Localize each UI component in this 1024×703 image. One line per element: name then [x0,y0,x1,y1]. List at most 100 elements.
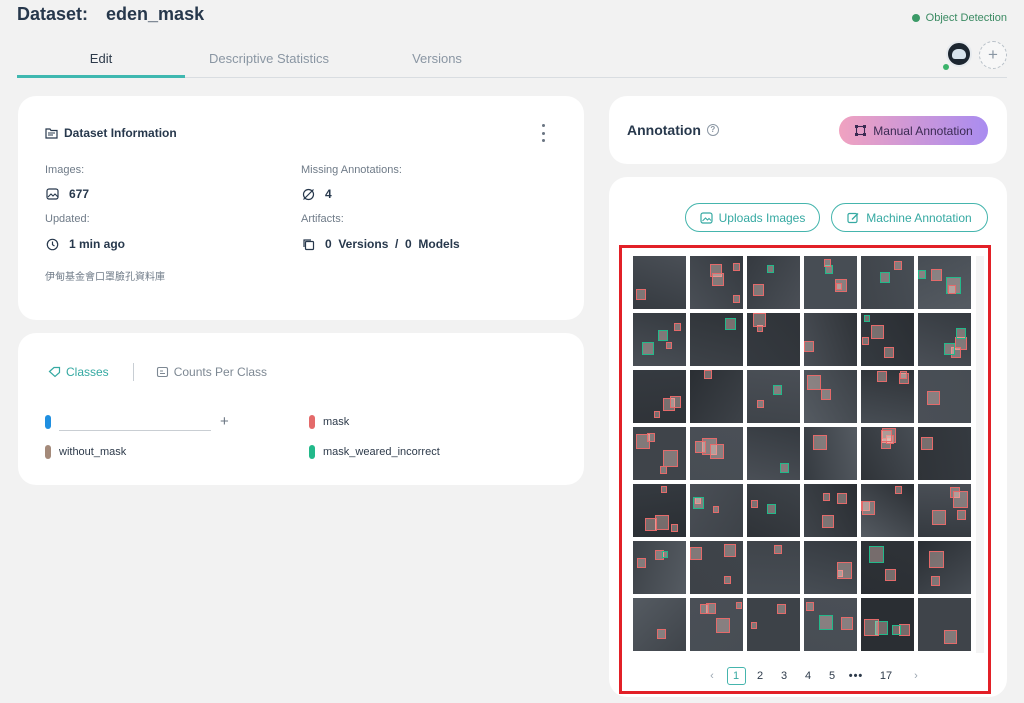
add-class-icon[interactable]: + [220,413,229,430]
image-thumbnail[interactable] [747,541,800,594]
annotation-box [704,370,712,379]
image-icon [45,187,59,201]
annotation-box [658,330,668,341]
image-thumbnail[interactable] [804,598,857,651]
annotation-box [736,602,742,609]
image-thumbnail[interactable] [690,484,743,537]
annotation-box [642,342,654,355]
image-thumbnail[interactable] [861,370,914,423]
more-pages-icon[interactable]: ••• [844,670,868,682]
image-thumbnail[interactable] [918,370,971,423]
bounding-box-icon [855,125,867,136]
chart-icon [156,366,168,378]
images-value-row: 677 [45,187,89,201]
machine-annotation-button[interactable]: Machine Annotation [831,203,988,232]
add-member-button[interactable]: + [979,41,1007,69]
image-thumbnail[interactable] [690,256,743,309]
annotation-box [637,558,646,568]
dataset-info-card: Dataset Information Images: 677 Missing … [18,96,584,320]
image-thumbnail[interactable] [690,370,743,423]
page-button[interactable]: 4 [796,670,820,682]
new-class-color-swatch[interactable] [45,415,51,429]
class-name[interactable]: mask [323,416,349,428]
annotation-box [877,371,887,382]
image-thumbnail[interactable] [633,256,686,309]
avatar[interactable] [946,41,972,67]
image-thumbnail[interactable] [861,256,914,309]
class-name[interactable]: without_mask [59,446,126,458]
image-thumbnail[interactable] [804,484,857,537]
page-button[interactable]: 2 [748,670,772,682]
annotation-box [804,341,814,352]
tab-counts-per-class[interactable]: Counts Per Class [156,365,267,379]
image-thumbnail[interactable] [747,370,800,423]
image-thumbnail[interactable] [747,484,800,537]
new-class-input[interactable] [59,415,211,431]
class-color-swatch[interactable] [309,415,315,429]
class-color-swatch[interactable] [45,445,51,459]
annotation-box [751,622,757,629]
image-thumbnail[interactable] [633,427,686,480]
image-thumbnail[interactable] [633,313,686,366]
image-thumbnail[interactable] [747,313,800,366]
page-button-last[interactable]: 17 [874,670,898,682]
image-thumbnail[interactable] [747,256,800,309]
manual-annotation-button[interactable]: Manual Annotation [839,116,988,145]
help-icon[interactable]: ? [706,124,719,136]
image-thumbnail[interactable] [861,484,914,537]
upload-images-button[interactable]: Uploads Images [685,203,820,232]
image-thumbnail[interactable] [804,427,857,480]
updated-value-row: 1 min ago [45,237,125,251]
edit-icon [847,212,859,223]
image-thumbnail[interactable] [747,427,800,480]
annotation-box [661,486,667,493]
image-thumbnail[interactable] [690,541,743,594]
scrollbar[interactable] [976,256,984,653]
more-options-icon[interactable] [538,124,548,142]
page-button-current[interactable]: 1 [726,667,746,685]
image-thumbnail[interactable] [861,541,914,594]
image-thumbnail[interactable] [633,541,686,594]
page-button[interactable]: 3 [772,670,796,682]
image-thumbnail[interactable] [633,598,686,651]
image-thumbnail[interactable] [861,313,914,366]
image-thumbnail[interactable] [633,370,686,423]
image-thumbnail[interactable] [918,484,971,537]
image-thumbnail[interactable] [861,427,914,480]
image-thumbnail[interactable] [690,313,743,366]
annotation-box [862,337,869,345]
image-thumbnail[interactable] [633,484,686,537]
image-gallery-card: Uploads Images Machine Annotation ‹ 1 2 … [609,177,1007,697]
tab-versions[interactable]: Versions [353,40,521,77]
annotation-box [713,506,719,513]
annotation-box [921,437,933,450]
image-thumbnail[interactable] [804,541,857,594]
next-page-icon[interactable]: › [904,670,928,682]
tab-edit[interactable]: Edit [17,40,185,78]
image-thumbnail[interactable] [918,598,971,651]
annotation-box [871,325,884,339]
image-thumbnail[interactable] [918,313,971,366]
image-thumbnail[interactable] [918,427,971,480]
image-thumbnail[interactable] [918,541,971,594]
annotation-box [710,444,724,459]
image-thumbnail[interactable] [690,598,743,651]
image-thumbnail[interactable] [918,256,971,309]
annotation-box [724,576,731,584]
class-name[interactable]: mask_weared_incorrect [323,446,440,458]
image-thumbnail[interactable] [804,313,857,366]
tab-classes[interactable]: Classes [48,365,109,379]
annotation-box [663,450,678,467]
image-thumbnail[interactable] [804,370,857,423]
artifacts-value: 0 Versions / 0 Models [325,237,460,251]
image-thumbnail[interactable] [690,427,743,480]
tab-descriptive-statistics[interactable]: Descriptive Statistics [185,40,353,77]
annotation-box [733,263,740,271]
image-thumbnail[interactable] [804,256,857,309]
image-thumbnail[interactable] [747,598,800,651]
image-thumbnail[interactable] [861,598,914,651]
class-color-swatch[interactable] [309,445,315,459]
tab-bar: Edit Descriptive Statistics Versions [17,40,1007,78]
prev-page-icon[interactable]: ‹ [700,670,724,682]
page-button[interactable]: 5 [820,670,844,682]
